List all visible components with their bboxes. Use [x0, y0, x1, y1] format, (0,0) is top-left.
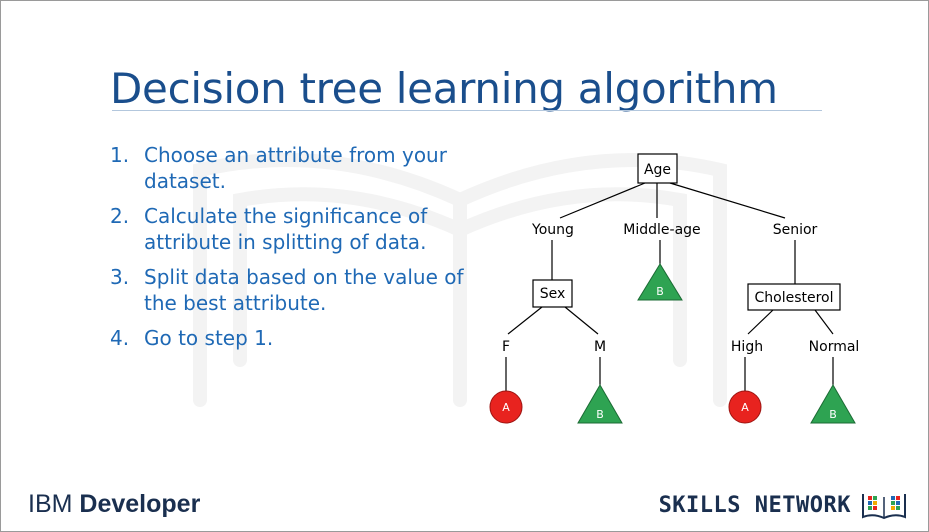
edge-chol-high [747, 309, 774, 335]
steps-list: 1. Choose an attribute from your dataset.… [110, 142, 470, 360]
skills-network-text: SKILLS NETWORK [658, 492, 851, 518]
slide-title: Decision tree learning algorithm [110, 64, 778, 113]
age-node-label: Age [644, 162, 671, 178]
edge-sex-m [564, 306, 599, 335]
sex-node-label: Sex [540, 286, 566, 302]
step-number: 4. [110, 326, 130, 350]
edge-sex-f [507, 306, 543, 335]
title-underline [112, 110, 822, 111]
step-text: Split data based on the value of the bes… [144, 265, 464, 315]
step-text: Go to step 1. [144, 326, 274, 350]
step-number: 3. [110, 265, 130, 289]
branch-middle-age: Middle-age [623, 222, 700, 238]
step-text: Choose an attribute from your dataset. [144, 143, 447, 193]
step-number: 1. [110, 143, 130, 167]
skills-network-book-icon [862, 494, 906, 520]
edge-age-senior [669, 182, 786, 219]
step-number: 2. [110, 204, 130, 228]
leaf-female-label: A [502, 401, 510, 414]
decision-tree-diagram: Age Young Middle-age Senior Sex Choleste… [489, 153, 860, 424]
branch-young: Young [531, 222, 574, 238]
ibm-developer-logo: IBM Developer [28, 490, 200, 519]
branch-normal: Normal [809, 339, 860, 355]
step-text: Calculate the significance of attribute … [144, 204, 428, 254]
leaf-middle-age-label: B [656, 285, 664, 298]
edge-age-young [559, 182, 646, 219]
step-item: 2. Calculate the significance of attribut… [110, 203, 470, 255]
branch-senior: Senior [773, 222, 818, 238]
step-item: 1. Choose an attribute from your dataset. [110, 142, 470, 194]
step-item: 3. Split data based on the value of the b… [110, 264, 470, 316]
branch-m: M [594, 339, 606, 355]
skills-network-logo: SKILLS NETWORK [659, 490, 907, 520]
branch-high: High [731, 339, 763, 355]
leaf-normal-label: B [829, 408, 837, 421]
slide: Decision tree learning algorithm 1. Choos… [0, 0, 929, 532]
edge-chol-normal [814, 309, 834, 335]
step-item: 4. Go to step 1. [110, 325, 470, 351]
branch-f: F [502, 339, 510, 355]
cholesterol-node-label: Cholesterol [754, 290, 833, 306]
leaf-high-label: A [741, 401, 749, 414]
ibm-logo-prefix: IBM [28, 490, 73, 518]
leaf-male-label: B [596, 408, 604, 421]
ibm-logo-suffix: Developer [79, 490, 201, 518]
